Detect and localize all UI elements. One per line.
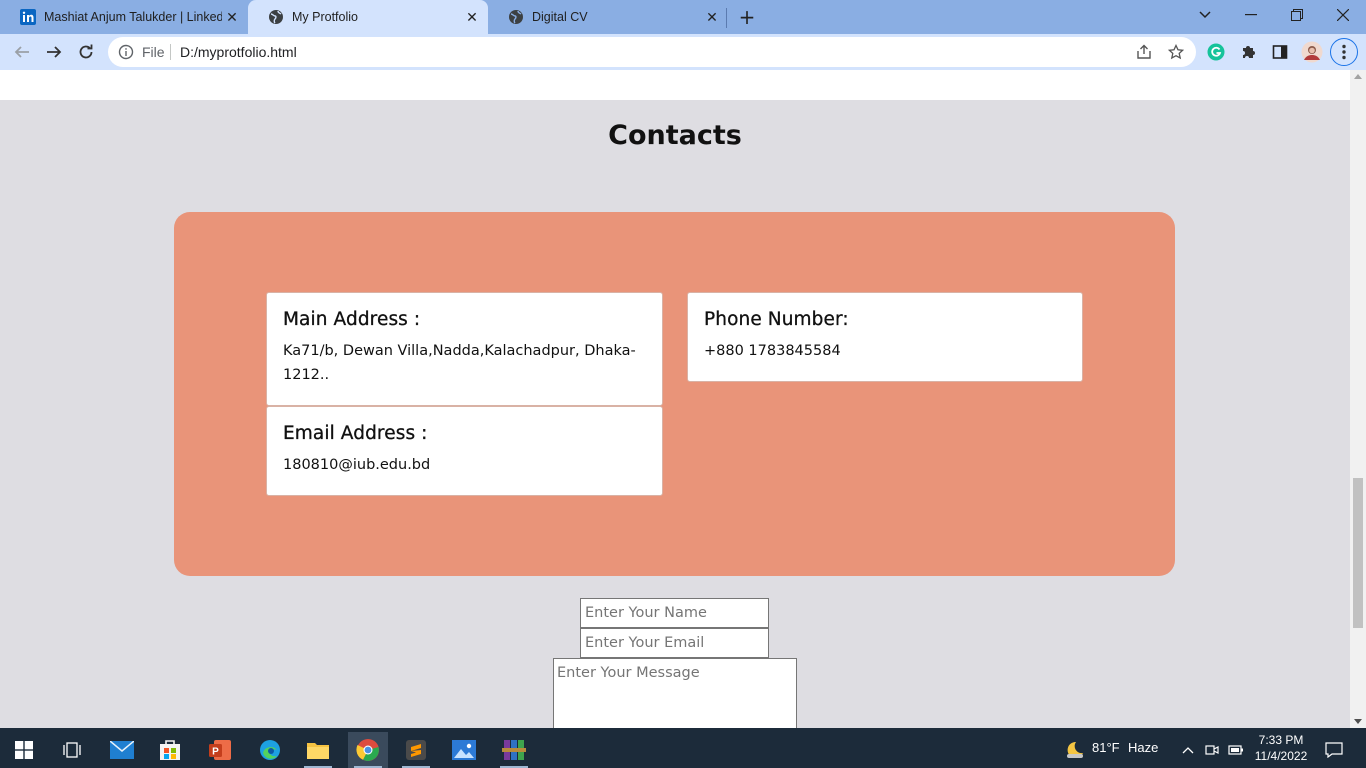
profile-avatar[interactable] — [1298, 38, 1326, 66]
close-icon[interactable]: ✕ — [702, 7, 722, 27]
forward-icon[interactable] — [40, 38, 68, 66]
email-heading: Email Address : — [283, 423, 428, 444]
menu-icon[interactable] — [1330, 38, 1358, 66]
tab-title: Digital CV — [532, 10, 588, 24]
file-explorer-icon[interactable] — [298, 732, 338, 768]
browser-toolbar: File D:/myprotfolio.html — [0, 34, 1366, 70]
taskbar-clock[interactable]: 7:33 PM 11/4/2022 — [1246, 732, 1316, 764]
close-icon[interactable]: ✕ — [222, 7, 242, 27]
scheme-label: File — [142, 44, 165, 60]
phone-heading: Phone Number: — [704, 309, 849, 330]
page-viewport: Contacts Main Address : Ka71/b, Dewan Vi… — [0, 70, 1350, 728]
close-window-button[interactable] — [1320, 0, 1366, 30]
globe-icon — [508, 9, 524, 25]
address-bar[interactable]: File D:/myprotfolio.html — [108, 37, 1196, 67]
notifications-icon[interactable] — [1316, 732, 1352, 768]
grammarly-icon[interactable] — [1202, 38, 1230, 66]
tab-separator — [726, 8, 727, 28]
globe-icon — [268, 9, 284, 25]
tab-digital-cv[interactable]: Digital CV ✕ — [488, 0, 728, 34]
store-icon[interactable] — [150, 732, 190, 768]
tab-linkedin[interactable]: Mashiat Anjum Talukder | LinkedIn ✕ — [0, 0, 248, 34]
task-view-icon[interactable] — [52, 732, 92, 768]
phone-card: Phone Number: +880 1783845584 — [687, 292, 1083, 382]
winrar-icon[interactable] — [494, 732, 534, 768]
reload-icon[interactable] — [72, 38, 100, 66]
clock-date: 11/4/2022 — [1254, 749, 1308, 763]
page-title: Contacts — [608, 120, 742, 151]
tab-title: Mashiat Anjum Talukder | LinkedIn — [44, 10, 222, 24]
chrome-icon[interactable] — [348, 732, 388, 768]
address-card: Main Address : Ka71/b, Dewan Villa,Nadda… — [266, 292, 663, 406]
share-icon[interactable] — [1134, 42, 1154, 62]
scroll-down-arrow-icon[interactable] — [1354, 719, 1362, 724]
mail-icon[interactable] — [102, 732, 142, 768]
powerpoint-icon[interactable]: P — [200, 732, 240, 768]
tab-strip: Mashiat Anjum Talukder | LinkedIn ✕ My P… — [0, 0, 1366, 34]
back-icon[interactable] — [8, 38, 36, 66]
tab-search-icon[interactable] — [1182, 0, 1228, 30]
windows-start-icon[interactable] — [4, 732, 44, 768]
tab-my-protfolio[interactable]: My Protfolio ✕ — [248, 0, 488, 34]
edge-icon[interactable] — [250, 732, 290, 768]
scroll-up-arrow-icon[interactable] — [1354, 74, 1362, 79]
weather-temp: 81°F — [1092, 740, 1120, 755]
new-tab-button[interactable]: + — [736, 5, 758, 29]
photos-icon[interactable] — [444, 732, 484, 768]
weather-condition: Haze — [1128, 740, 1159, 755]
side-panel-icon[interactable] — [1266, 38, 1294, 66]
linkedin-icon — [20, 9, 36, 25]
contact-panel: Main Address : Ka71/b, Dewan Villa,Nadda… — [174, 212, 1175, 576]
address-heading: Main Address : — [283, 309, 421, 330]
extensions-icon[interactable] — [1234, 38, 1262, 66]
minimize-button[interactable] — [1228, 0, 1274, 30]
email-card: Email Address : 180810@iub.edu.bd — [266, 406, 663, 496]
url-text[interactable]: D:/myprotfolio.html — [180, 44, 297, 60]
clock-time: 7:33 PM — [1258, 733, 1304, 747]
bookmark-star-icon[interactable] — [1166, 42, 1186, 62]
address-text: Ka71/b, Dewan Villa,Nadda,Kalachadpur, D… — [283, 343, 636, 383]
tab-title: My Protfolio — [292, 10, 358, 24]
email-text: 180810@iub.edu.bd — [283, 457, 431, 473]
name-input[interactable]: Enter Your Name — [580, 598, 769, 628]
phone-text: +880 1783845584 — [704, 343, 841, 359]
header-strip — [0, 70, 1350, 100]
taskbar: P 81°F Haze 7:33 PM 11/4/2022 — [0, 728, 1366, 768]
email-input[interactable]: Enter Your Email — [580, 628, 769, 658]
omnibox-divider — [170, 44, 171, 60]
restore-button[interactable] — [1274, 0, 1320, 30]
info-icon[interactable] — [118, 44, 134, 60]
weather-moon-icon[interactable] — [1054, 732, 1094, 768]
close-icon[interactable]: ✕ — [462, 7, 482, 27]
vertical-scrollbar[interactable] — [1350, 70, 1366, 728]
scroll-thumb[interactable] — [1353, 478, 1363, 628]
svg-text:P: P — [212, 747, 219, 758]
message-textarea[interactable]: Enter Your Message — [553, 658, 797, 728]
sublime-text-icon[interactable] — [396, 732, 436, 768]
